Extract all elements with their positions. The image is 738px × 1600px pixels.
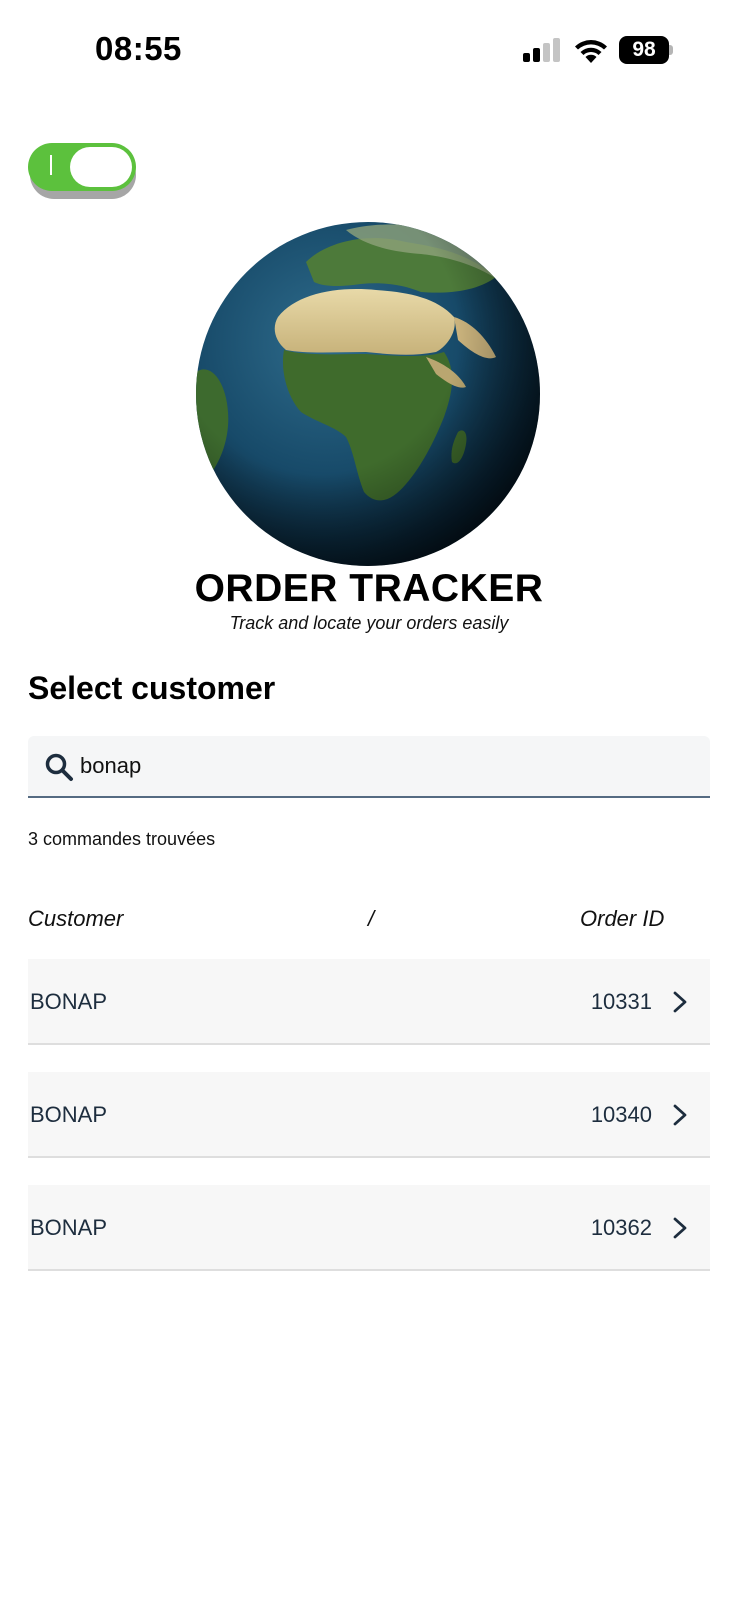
- toggle-switch[interactable]: [28, 143, 136, 199]
- cellular-signal-icon: [523, 38, 563, 62]
- battery-level: 98: [619, 36, 669, 64]
- order-row[interactable]: BONAP 10340: [28, 1072, 710, 1158]
- chevron-right-icon: [673, 1104, 687, 1126]
- column-header-order-id: Order ID: [580, 906, 665, 931]
- toggle-on-mark: [50, 155, 52, 175]
- customer-search-field[interactable]: [28, 736, 710, 798]
- status-bar: 08:55 98: [0, 0, 738, 100]
- row-order-id: 10331: [590, 989, 652, 1014]
- chevron-right-icon: [673, 1217, 687, 1239]
- section-title: Select customer: [28, 670, 276, 706]
- globe-image: [196, 222, 540, 566]
- wifi-icon: [575, 40, 607, 63]
- result-count: 3 commandes trouvées: [28, 829, 216, 849]
- app-title: ORDER TRACKER: [194, 567, 544, 610]
- row-customer: BONAP: [30, 989, 108, 1014]
- row-customer: BONAP: [30, 1102, 108, 1127]
- battery-icon: 98: [619, 36, 673, 64]
- row-customer: BONAP: [30, 1215, 108, 1240]
- status-time: 08:55: [95, 30, 182, 67]
- row-order-id: 10340: [590, 1102, 652, 1127]
- search-icon: [45, 753, 73, 781]
- app-subtitle: Track and locate your orders easily: [229, 613, 509, 633]
- order-row[interactable]: BONAP 10362: [28, 1185, 710, 1271]
- order-row[interactable]: BONAP 10331: [28, 959, 710, 1045]
- column-header-separator: /: [368, 906, 375, 931]
- row-order-id: 10362: [590, 1215, 652, 1240]
- column-header-customer: Customer: [28, 906, 124, 931]
- toggle-knob: [70, 147, 132, 187]
- search-input[interactable]: [80, 744, 680, 788]
- chevron-right-icon: [673, 991, 687, 1013]
